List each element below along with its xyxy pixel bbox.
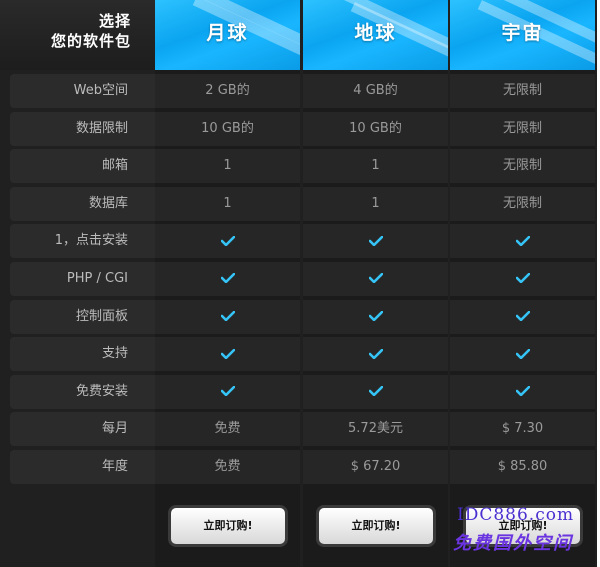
check-icon [450,224,595,259]
plan-name-universe: 宇宙 [501,22,544,44]
row-label: 数据限制 [10,111,155,146]
row-label: 支持 [10,337,155,372]
row-value: 免费 [155,449,300,484]
check-icon [155,261,300,296]
check-icon [155,337,300,372]
row-label: 控制面板 [10,299,155,334]
table-row: 控制面板 [0,298,597,336]
check-icon [155,299,300,334]
row-value: 10 GB的 [303,111,448,146]
check-icon [155,224,300,259]
row-value: 无限制 [450,186,595,221]
order-button-earth[interactable]: 立即订购! [319,508,433,544]
check-icon [450,374,595,409]
row-label: 1，点击安装 [10,224,155,259]
table-title-cell: 选择 您的软件包 [0,0,155,70]
row-value: 无限制 [450,74,595,108]
watermark-line1: IDC886.com [457,505,575,525]
row-label: 每月 [10,412,155,447]
row-value: $ 67.20 [303,449,448,484]
table-title-line1: 选择 [98,12,131,30]
table-row: 邮箱 1 1 无限制 [0,147,597,185]
plan-name-earth: 地球 [354,22,397,44]
row-value: 1 [303,149,448,184]
check-icon [450,299,595,334]
pricing-table: 选择 您的软件包 月球 地球 宇宙 Web空间 2 GB的 4 GB的 无限制 数据限制… [0,0,597,567]
table-row: 数据限制 10 GB的 10 GB的 无限制 [0,110,597,148]
plan-name-moon: 月球 [206,22,249,44]
row-value: 无限制 [450,149,595,184]
row-value: 5.72美元 [303,412,448,447]
check-icon [303,261,448,296]
watermark: IDC886.com 免费国外空间 [453,505,600,560]
row-value: 无限制 [450,111,595,146]
table-row: 数据库 1 1 无限制 [0,185,597,223]
row-value: 1 [155,149,300,184]
check-icon [303,299,448,334]
row-value: 10 GB的 [155,111,300,146]
watermark-line2: 免费国外空间 [453,533,573,554]
table-row: Web空间 2 GB的 4 GB的 无限制 [0,72,597,110]
order-button-moon[interactable]: 立即订购! [171,508,285,544]
row-value: 免费 [155,412,300,447]
row-label: 数据库 [10,186,155,221]
plan-header-universe: 宇宙 [450,0,595,70]
row-value: 4 GB的 [303,74,448,108]
row-value: $ 85.80 [450,449,595,484]
row-label: 年度 [10,449,155,484]
check-icon [155,374,300,409]
row-label: Web空间 [10,74,155,108]
check-icon [303,224,448,259]
table-row: 支持 [0,335,597,373]
row-value: 2 GB的 [155,74,300,108]
check-icon [303,337,448,372]
table-row: PHP / CGI [0,260,597,298]
row-value: 1 [155,186,300,221]
row-label: PHP / CGI [10,261,155,296]
table-title-line2: 您的软件包 [50,32,131,50]
row-value: 1 [303,186,448,221]
table-row: 免费安装 [0,373,597,411]
check-icon [303,374,448,409]
table-row: 年度 免费 $ 67.20 $ 85.80 [0,448,597,486]
table-row: 每月 免费 5.72美元 $ 7.30 [0,410,597,448]
row-value: $ 7.30 [450,412,595,447]
feature-rows: Web空间 2 GB的 4 GB的 无限制 数据限制 10 GB的 10 GB的 无限制 邮箱 1… [0,72,597,486]
table-row: 1，点击安装 [0,222,597,260]
check-icon [450,261,595,296]
row-label: 邮箱 [10,149,155,184]
check-icon [450,337,595,372]
plan-header-earth: 地球 [303,0,448,70]
plan-header-moon: 月球 [155,0,300,70]
row-label: 免费安装 [10,374,155,409]
